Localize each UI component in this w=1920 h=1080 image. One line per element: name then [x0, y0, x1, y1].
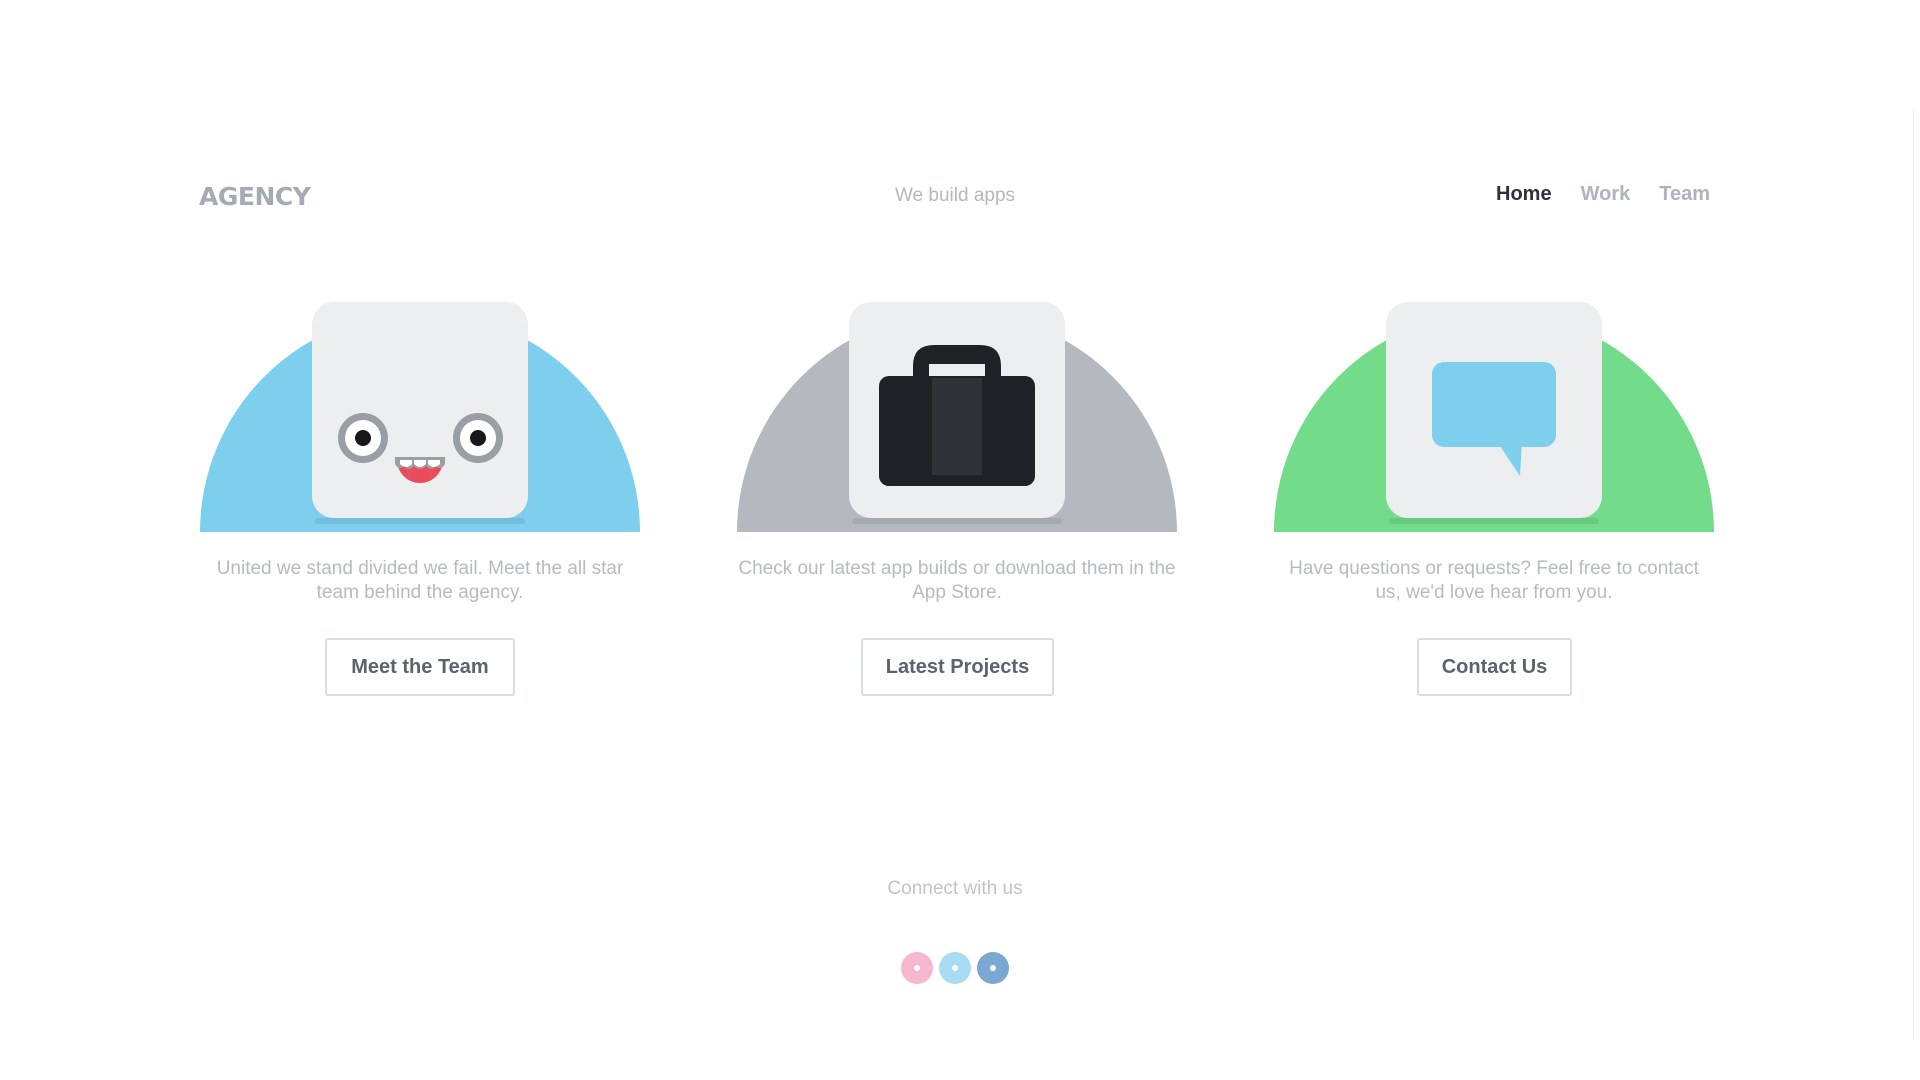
main-nav: Home Work Team [1496, 183, 1710, 206]
card-description: Have questions or requests? Feel free to… [1289, 558, 1699, 603]
latest-projects-button[interactable]: Latest Projects [861, 638, 1054, 696]
robot-face-icon [312, 302, 528, 518]
contact-hero [1274, 302, 1714, 532]
social-links [901, 952, 1009, 984]
card-description: Check our latest app builds or download … [738, 558, 1176, 603]
card-team: United we stand divided we fail. Meet th… [200, 300, 640, 700]
card-description: United we stand divided we fail. Meet th… [216, 558, 624, 603]
team-hero [200, 302, 640, 532]
contact-us-button[interactable]: Contact Us [1417, 638, 1572, 696]
chat-bubble-icon [1386, 302, 1602, 518]
connect-heading: Connect with us [887, 878, 1023, 899]
card-contact: Have questions or requests? Feel free to… [1274, 300, 1714, 700]
scrollbar-edge [1913, 110, 1914, 1040]
projects-hero [737, 302, 1177, 532]
hero-shadow [315, 518, 525, 524]
social-pink-icon[interactable] [901, 952, 933, 984]
social-blue-icon[interactable] [977, 952, 1009, 984]
shopping-bag-icon [849, 302, 1065, 518]
meet-the-team-button[interactable]: Meet the Team [325, 638, 515, 696]
page: AGENCY We build apps Home Work Team Unit… [0, 0, 1920, 1080]
social-light-blue-icon[interactable] [939, 952, 971, 984]
nav-work[interactable]: Work [1581, 183, 1631, 206]
hero-shadow [1389, 518, 1599, 524]
nav-team[interactable]: Team [1659, 183, 1710, 206]
nav-home[interactable]: Home [1496, 183, 1552, 206]
card-projects: Check our latest app builds or download … [737, 300, 1177, 700]
hero-shadow [852, 518, 1062, 524]
